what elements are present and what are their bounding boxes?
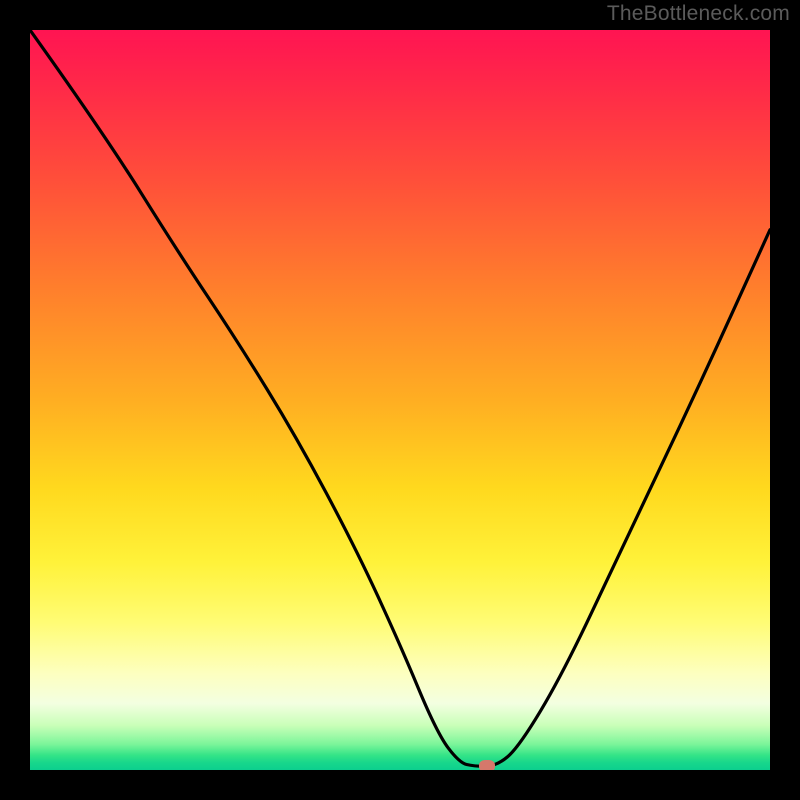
bottleneck-curve: [30, 30, 770, 770]
plot-area: [30, 30, 770, 770]
watermark-text: TheBottleneck.com: [607, 2, 790, 26]
optimal-point-marker: [479, 760, 495, 770]
chart-frame: TheBottleneck.com: [0, 0, 800, 800]
